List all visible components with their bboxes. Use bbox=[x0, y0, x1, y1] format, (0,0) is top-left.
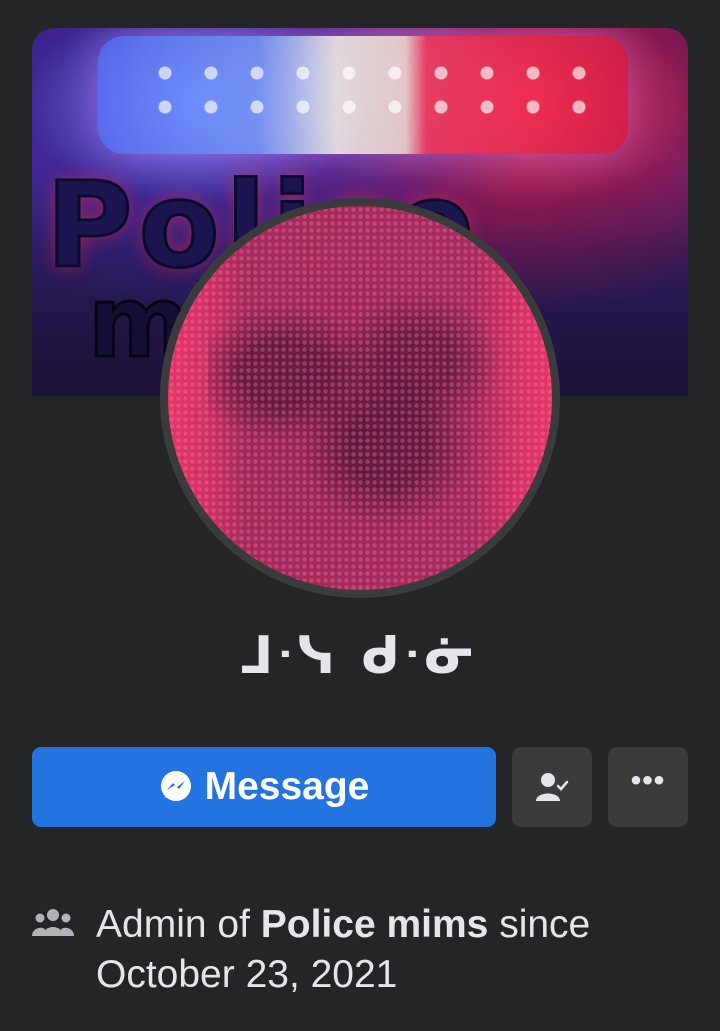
admin-since-date: October 23, 2021 bbox=[96, 953, 398, 996]
group-icon bbox=[32, 909, 74, 936]
admin-info-text: Admin of Police mims since October 23, 2… bbox=[96, 903, 591, 996]
friend-check-icon bbox=[536, 773, 569, 801]
more-options-button[interactable]: ••• bbox=[608, 747, 688, 827]
message-button[interactable]: Message bbox=[32, 747, 496, 827]
profile-page: Police mims ᒧᐧᓭ ᑯᐧᓃ Message ••• bbox=[0, 0, 720, 1031]
message-button-label: Message bbox=[204, 765, 370, 808]
admin-info: Admin of Police mims since October 23, 2… bbox=[32, 900, 692, 1000]
more-icon: ••• bbox=[630, 764, 666, 797]
group-link[interactable]: Police mims bbox=[261, 903, 489, 946]
messenger-icon bbox=[160, 771, 191, 801]
friend-status-button[interactable] bbox=[512, 747, 592, 827]
avatar-image bbox=[168, 206, 552, 590]
avatar[interactable] bbox=[160, 198, 560, 598]
profile-name: ᒧᐧᓭ ᑯᐧᓃ bbox=[240, 626, 480, 686]
